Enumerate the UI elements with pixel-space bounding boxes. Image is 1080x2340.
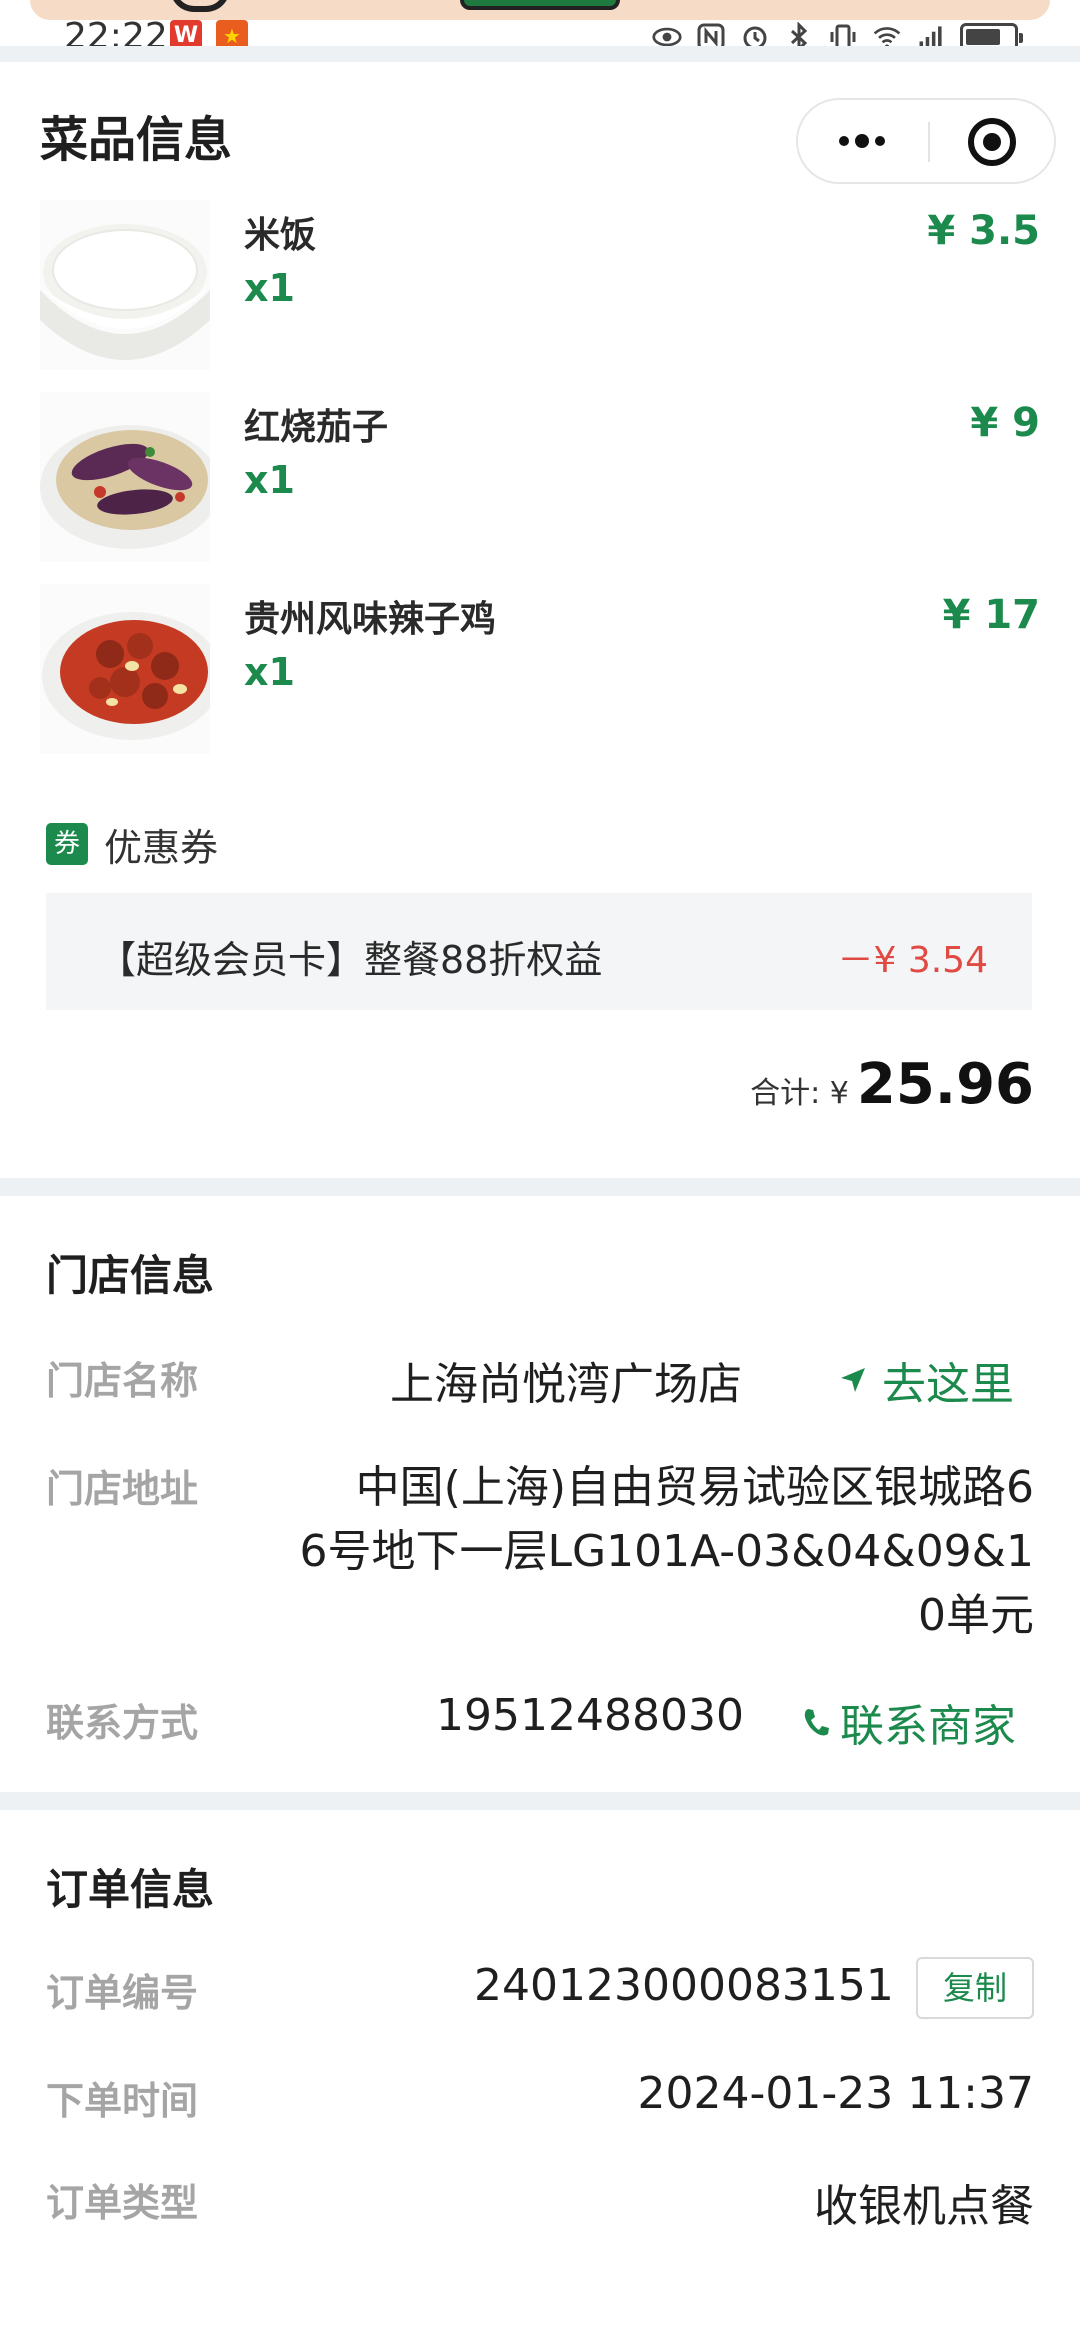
store-section-title: 门店信息	[46, 1251, 215, 1300]
coupon-name: 【超级会员卡】整餐88折权益	[98, 938, 603, 982]
order-time-label: 下单时间	[46, 2079, 199, 2123]
dish-quantity: x1	[244, 266, 295, 310]
dish-price: ¥ 9	[970, 400, 1040, 446]
top-strip	[0, 46, 1080, 62]
more-dots-icon	[839, 136, 849, 146]
store-phone: 19512488030	[436, 1690, 744, 1741]
section-divider	[0, 1792, 1080, 1810]
contact-merchant-button[interactable]: 联系商家	[802, 1690, 1016, 1754]
order-number-label: 订单编号	[46, 1971, 199, 2015]
navigate-button[interactable]: 去这里	[838, 1348, 1014, 1412]
navigate-label: 去这里	[882, 1359, 1014, 1410]
store-name: 上海尚悦湾广场店	[390, 1359, 742, 1410]
dish-price: ¥ 17	[942, 592, 1040, 638]
order-time: 2024-01-23 11:37	[637, 2068, 1035, 2119]
page-title: 菜品信息	[40, 112, 233, 168]
order-number: 240123000083151	[474, 1960, 894, 2011]
address-line: 中国(上海)自由贸易试验区银城路6	[355, 1462, 1034, 1513]
coupon-title: 优惠券	[104, 825, 219, 870]
close-miniprogram-button[interactable]	[968, 118, 1016, 166]
store-name-label: 门店名称	[46, 1359, 199, 1403]
spicy-chicken-image	[40, 584, 210, 754]
copy-button[interactable]: 复制	[916, 1957, 1034, 2019]
address-line: 6号地下一层LG101A-03&04&09&1	[299, 1526, 1035, 1577]
more-dots-icon	[855, 134, 869, 148]
banner-graphic	[460, 0, 620, 10]
dish-price: ¥ 3.5	[927, 208, 1040, 254]
order-total: 合计: ¥ 25.96	[750, 1052, 1034, 1117]
store-address-label: 门店地址	[46, 1467, 199, 1511]
phone-icon	[804, 1709, 829, 1736]
dish-name: 红烧茄子	[244, 407, 389, 448]
miniprogram-capsule	[796, 98, 1056, 184]
banner-graphic	[170, 0, 230, 12]
dish-name: 贵州风味辣子鸡	[244, 599, 497, 640]
address-line: 0单元	[918, 1590, 1034, 1641]
order-section-title: 订单信息	[46, 1865, 215, 1914]
dish-item: 贵州风味辣子鸡 x1 ¥ 17	[40, 584, 1040, 754]
dish-quantity: x1	[244, 650, 295, 694]
dish-name: 米饭	[244, 215, 317, 256]
total-label: 合计: ¥	[750, 1076, 849, 1111]
section-divider	[0, 1178, 1080, 1196]
store-address: 中国(上海)自由贸易试验区银城路6 6号地下一层LG101A-03&04&09&…	[300, 1456, 1035, 1648]
braised-eggplant-image	[40, 392, 210, 562]
more-dots-icon	[875, 136, 885, 146]
rice-image	[40, 200, 210, 370]
dish-quantity: x1	[244, 458, 295, 502]
contact-label: 联系方式	[46, 1701, 199, 1745]
dish-item: 红烧茄子 x1 ¥ 9	[40, 392, 1040, 562]
coupon-icon: 券	[46, 823, 88, 865]
dish-item: 米饭 x1 ¥ 3.5	[40, 200, 1040, 370]
order-type-label: 订单类型	[46, 2181, 199, 2225]
navigation-arrow-icon	[841, 1368, 865, 1392]
contact-merchant-label: 联系商家	[840, 1701, 1016, 1752]
coupon-header: 券 优惠券	[46, 820, 218, 870]
capsule-divider	[928, 122, 930, 162]
more-options-button[interactable]	[798, 100, 926, 182]
coupon-row: 【超级会员卡】整餐88折权益 －¥ 3.54	[46, 893, 1032, 1010]
coupon-discount: －¥ 3.54	[837, 940, 988, 981]
total-amount: 25.96	[856, 1052, 1034, 1117]
order-type: 收银机点餐	[814, 2181, 1034, 2232]
